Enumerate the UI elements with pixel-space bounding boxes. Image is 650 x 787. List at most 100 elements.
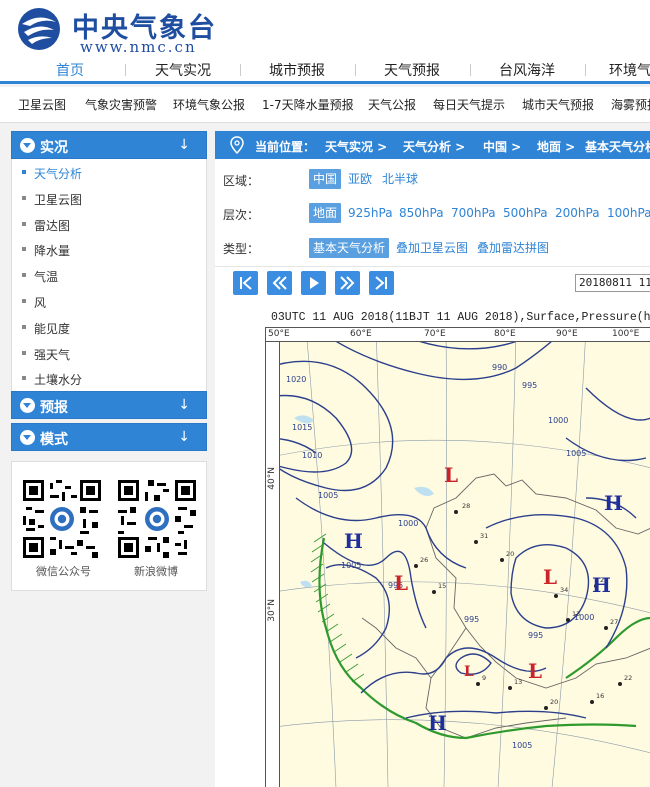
svg-text:13: 13 [514, 678, 522, 686]
level-option-surface[interactable]: 地面 [309, 203, 342, 223]
nav-observations[interactable]: 天气实况 [150, 60, 216, 82]
subnav-sea-fog[interactable]: 海雾预报 [611, 96, 650, 113]
wechat-qr-code-icon[interactable] [23, 480, 101, 559]
section-model-header[interactable]: 模式 ↓ [11, 423, 207, 452]
logo-url[interactable]: www.nmc.cn [80, 38, 197, 56]
level-option-200[interactable]: 200hPa [555, 203, 600, 223]
sidebar-item-temperature[interactable]: 气温 [12, 262, 206, 288]
sidebar-item-weather-analysis[interactable]: 天气分析 [12, 159, 206, 185]
level-option-700[interactable]: 700hPa [451, 203, 496, 223]
breadcrumb-observations[interactable]: 天气实况 > [325, 138, 387, 155]
sidebar-item-label: 卫星云图 [34, 192, 83, 207]
subnav-env-bulletin[interactable]: 环境气象公报 [173, 96, 245, 113]
type-label: 类型： [223, 242, 260, 256]
isobar-label: 995 [522, 381, 537, 390]
subnav-daily-tips[interactable]: 每日天气提示 [433, 96, 505, 113]
svg-text:20: 20 [550, 698, 558, 706]
low-pressure-center: L [444, 463, 458, 487]
breadcrumb-surface[interactable]: 地面 > [537, 138, 575, 155]
level-option-500[interactable]: 500hPa [503, 203, 548, 223]
qr-caption-wechat: 微信公众号 [36, 565, 91, 579]
arrow-down-icon: ↓ [178, 429, 190, 446]
level-option-925[interactable]: 925hPa [348, 203, 393, 223]
section-observations-header[interactable]: 实况 ↓ [11, 131, 207, 159]
subnav-warnings[interactable]: 气象灾害预警 [85, 96, 157, 113]
nav-home[interactable]: 首页 [48, 60, 92, 82]
bullet-icon [22, 376, 26, 381]
high-pressure-center: H [604, 491, 623, 515]
region-label: 区域： [223, 174, 260, 188]
sidebar-item-label: 能见度 [34, 321, 71, 336]
isobar-label: 1020 [286, 375, 306, 384]
region-option-china[interactable]: 中国 [309, 169, 342, 189]
observations-menu: 天气分析 卫星云图 雷达图 降水量 气温 风 能见度 强天气 土壤水分 [11, 159, 207, 392]
isobar-label: 1000 [548, 416, 568, 425]
nav-weather-forecast[interactable]: 天气预报 [379, 60, 445, 82]
nav-divider [355, 64, 356, 76]
level-option-850[interactable]: 850hPa [399, 203, 444, 223]
weather-map[interactable]: 1020 1015 1010 1005 1005 1000 995 995 99… [265, 327, 650, 787]
isobar-label: 995 [528, 631, 543, 640]
bullet-icon [22, 247, 26, 252]
region-option-eurasia[interactable]: 亚欧 [348, 169, 372, 189]
nav-environment[interactable]: 环境气 [609, 60, 650, 82]
lon-tick-label: 60°E [350, 329, 372, 339]
sidebar-item-radar[interactable]: 雷达图 [12, 211, 206, 237]
time-select[interactable]: 20180811 11: [575, 274, 650, 292]
skip-last-icon [375, 276, 387, 290]
nav-typhoon-ocean[interactable]: 台风海洋 [494, 60, 560, 82]
sidebar-item-severe-weather[interactable]: 强天气 [12, 340, 206, 366]
weibo-qr-code-icon[interactable] [118, 480, 196, 559]
section-title: 实况 [40, 140, 68, 156]
subnav-satellite[interactable]: 卫星云图 [18, 96, 66, 113]
subnav-precip-forecast[interactable]: 1-7天降水量预报 [262, 96, 354, 113]
breadcrumb-china[interactable]: 中国 > [483, 138, 521, 155]
section-forecast-header[interactable]: 预报 ↓ [11, 391, 207, 420]
sidebar-item-wind[interactable]: 风 [12, 288, 206, 314]
svg-text:16: 16 [596, 692, 604, 700]
qr-caption-weibo: 新浪微博 [134, 565, 178, 579]
sidebar-item-satellite[interactable]: 卫星云图 [12, 185, 206, 211]
nav-city-forecast[interactable]: 城市预报 [264, 60, 330, 82]
bullet-icon [22, 170, 26, 174]
subnav-city-forecast[interactable]: 城市天气预报 [522, 96, 594, 113]
section-title: 预报 [40, 400, 68, 417]
skip-first-icon [240, 276, 252, 290]
nav-divider [470, 64, 471, 76]
type-option-satellite-overlay[interactable]: 叠加卫星云图 [396, 238, 468, 258]
sidebar-item-precipitation[interactable]: 降水量 [12, 236, 206, 262]
bullet-icon [22, 273, 26, 278]
breadcrumb: 当前位置： 天气实况 > 天气分析 > 中国 > 地面 > 基本天气分析 [215, 131, 650, 159]
sidebar-item-visibility[interactable]: 能见度 [12, 314, 206, 340]
svg-text:34: 34 [560, 586, 568, 594]
type-option-basic[interactable]: 基本天气分析 [309, 238, 390, 258]
region-option-north-hemisphere[interactable]: 北半球 [382, 169, 418, 189]
bullet-icon [22, 221, 26, 226]
breadcrumb-basic-analysis[interactable]: 基本天气分析 [585, 138, 650, 155]
first-frame-button[interactable] [233, 271, 258, 295]
sidebar-item-label: 雷达图 [34, 218, 71, 233]
isobar-label: 1010 [302, 451, 322, 460]
svg-text:20: 20 [506, 550, 514, 558]
next-frame-button[interactable] [335, 271, 360, 295]
rewind-icon [272, 276, 287, 290]
breadcrumb-weather-analysis[interactable]: 天气分析 > [403, 138, 465, 155]
play-icon [310, 277, 319, 289]
playback-bar: 20180811 11: [215, 266, 650, 296]
arrow-down-icon: ↓ [178, 137, 190, 153]
type-option-radar-overlay[interactable]: 叠加雷达拼图 [477, 238, 549, 258]
sidebar-item-label: 气温 [34, 270, 59, 285]
previous-frame-button[interactable] [267, 271, 292, 295]
fast-forward-icon [340, 276, 355, 290]
high-pressure-center: H [592, 573, 611, 597]
last-frame-button[interactable] [369, 271, 394, 295]
sidebar-item-soil-moisture[interactable]: 土壤水分 [12, 365, 206, 391]
nmc-logo-icon[interactable] [14, 6, 64, 52]
low-pressure-center: L [464, 664, 474, 680]
level-option-100[interactable]: 100hPa [607, 203, 650, 223]
qr-codes: 微信公众号 新浪微博 [11, 461, 207, 592]
sidebar-item-label: 天气分析 [34, 167, 83, 181]
lon-tick-label: 100°E [612, 329, 640, 339]
play-button[interactable] [301, 271, 326, 295]
subnav-weather-bulletin[interactable]: 天气公报 [368, 96, 416, 113]
